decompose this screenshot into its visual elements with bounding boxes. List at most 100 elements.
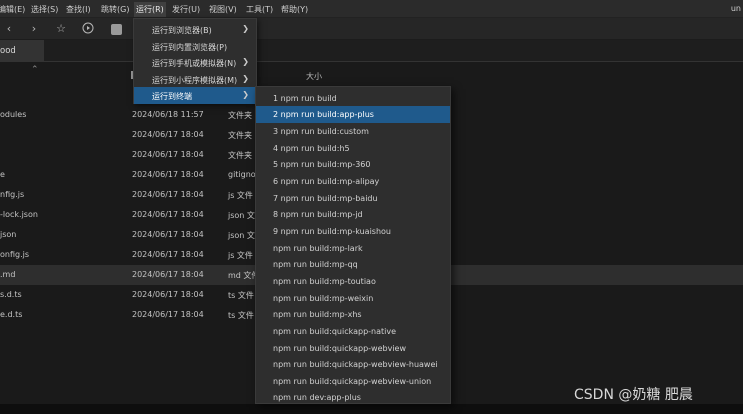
submenu-item[interactable]: npm run build:mp-lark [256,240,450,257]
submenu-item[interactable]: 8 npm run build:mp-jd [256,206,450,223]
chevron-right-icon: ❯ [242,24,249,33]
submenu-item-label: npm run build:mp-xhs [273,310,362,319]
menu-item-run-builtin-browser[interactable]: 运行到内置浏览器(P) [134,38,256,55]
submenu-item[interactable]: 6 npm run build:mp-alipay [256,173,450,190]
file-type: 文件夹 [228,111,252,120]
file-date: 2024/06/17 18:04 [132,290,204,299]
toolbar: ‹ › ☆ [0,18,743,40]
file-name: onfig.js [0,250,30,259]
submenu-item[interactable]: 1 npm run build [256,90,450,107]
tab-bar: ood [0,40,743,62]
submenu-item-label: 3 npm run build:custom [273,127,369,136]
submenu-item-label: npm run build:quickapp-native [273,327,397,336]
menu-help[interactable]: 帮助(Y) [281,4,308,15]
file-name: s.d.ts [0,290,22,299]
menu-item-run-terminal[interactable]: 运行到终端 ❯ [134,87,256,104]
submenu-item[interactable]: 3 npm run build:custom [256,123,450,140]
file-date: 2024/06/17 18:04 [132,230,204,239]
file-type: 文件夹 [228,151,252,160]
window-title: un [730,4,741,13]
submenu-item-label: npm run build:quickapp-webview-huawei [273,360,438,369]
file-name: e.d.ts [0,310,23,319]
submenu-item[interactable]: npm run build:mp-qq [256,256,450,273]
menu-run[interactable]: 运行(R) [134,2,166,17]
menu-item-label: 运行到小程序模拟器(M) [152,76,238,85]
submenu-item[interactable]: npm run build:mp-xhs [256,306,450,323]
watermark: CSDN @奶糖 肥晨 [574,387,693,403]
file-type: json 文 [228,211,255,220]
submenu-item-label: npm run build:mp-weixin [273,294,374,303]
submenu-item[interactable]: 9 npm run build:mp-kuaishou [256,223,450,240]
menu-item-run-browser[interactable]: 运行到浏览器(B) ❯ [134,21,256,38]
submenu-item[interactable]: npm run build:quickapp-webview-union [256,373,450,390]
submenu-item[interactable]: npm run build:quickapp-webview-huawei [256,356,450,373]
submenu-item-label: 2 npm run build:app-plus [273,110,374,119]
submenu-item[interactable]: 7 npm run build:mp-baidu [256,190,450,207]
menu-select[interactable]: 选择(S) [31,4,58,15]
file-date: 2024/06/17 18:04 [132,270,204,279]
file-type: ts 文件 [228,291,254,300]
submenu-item-label: npm run build:quickapp-webview-union [273,377,432,386]
column-header-size[interactable]: 大小 [306,71,322,82]
file-type: js 文件 [228,251,253,260]
tab-project[interactable]: ood [0,40,44,62]
submenu-item[interactable]: npm run build:quickapp-webview [256,340,450,357]
submenu-item[interactable]: npm run dev:app-plus [256,389,450,406]
submenu-item-label: 5 npm run build:mp-360 [273,160,371,169]
file-date: 2024/06/17 18:04 [132,130,204,139]
submenu-item[interactable]: npm run build:mp-weixin [256,290,450,307]
submenu-item[interactable]: npm run build:quickapp-native [256,323,450,340]
menu-view[interactable]: 视图(V) [209,4,237,15]
file-name: nfig.js [0,190,25,199]
file-date: 2024/06/17 18:04 [132,150,204,159]
chevron-right-icon: ❯ [242,90,249,99]
app-icon[interactable] [111,24,122,35]
file-name: e [0,170,5,179]
submenu-item[interactable]: 2 npm run build:app-plus [256,106,450,123]
file-type: 文件夹 [228,131,252,140]
chevron-left-icon[interactable]: ‹ [2,22,16,36]
menu-edit[interactable]: 编辑(E) [0,4,25,15]
submenu-item[interactable]: 5 npm run build:mp-360 [256,156,450,173]
submenu-item-label: 6 npm run build:mp-alipay [273,177,380,186]
menu-item-label: 运行到手机或模拟器(N) [152,59,237,68]
submenu-item-label: 7 npm run build:mp-baidu [273,194,378,203]
submenu-item-label: 8 npm run build:mp-jd [273,210,363,219]
file-date: 2024/06/17 18:04 [132,250,204,259]
submenu-item-label: npm run dev:app-plus [273,393,361,402]
submenu-item[interactable]: npm run build:mp-toutiao [256,273,450,290]
terminal-submenu: 1 npm run build 2 npm run build:app-plus… [255,86,451,404]
file-name: odules [0,110,27,119]
menu-item-run-miniprogram[interactable]: 运行到小程序模拟器(M) ❯ [134,71,256,88]
file-name: json [0,230,17,239]
menu-find[interactable]: 查找(I) [66,4,91,15]
file-type: ts 文件 [228,311,254,320]
chevron-right-icon[interactable]: › [27,22,41,36]
file-date: 2024/06/17 18:04 [132,210,204,219]
menu-item-label: 运行到浏览器(B) [152,26,212,35]
run-dropdown-menu: 运行到浏览器(B) ❯ 运行到内置浏览器(P) 运行到手机或模拟器(N) ❯ 运… [133,18,257,104]
chevron-up-icon[interactable]: ⌃ [31,65,39,75]
chevron-right-icon: ❯ [242,57,249,66]
menu-publish[interactable]: 发行(U) [172,4,200,15]
menu-bar: 编辑(E) 选择(S) 查找(I) 跳转(G) 运行(R) 发行(U) 视图(V… [0,0,743,18]
file-date: 2024/06/18 11:57 [132,110,204,119]
file-type: js 文件 [228,191,253,200]
run-circle-icon [82,22,94,34]
submenu-item-label: 4 npm run build:h5 [273,144,350,153]
submenu-item-label: npm run build:mp-toutiao [273,277,376,286]
submenu-item-label: npm run build:mp-qq [273,260,358,269]
run-icon[interactable] [81,22,95,36]
menu-tools[interactable]: 工具(T) [246,4,273,15]
submenu-item[interactable]: 4 npm run build:h5 [256,140,450,157]
menu-item-label: 运行到内置浏览器(P) [152,43,228,52]
menu-item-run-phone[interactable]: 运行到手机或模拟器(N) ❯ [134,54,256,71]
file-name: -lock.json [0,210,38,219]
submenu-item-label: npm run build:mp-lark [273,244,363,253]
submenu-item-label: 1 npm run build [273,94,337,103]
menu-goto[interactable]: 跳转(G) [101,4,129,15]
file-type: json 文 [228,231,255,240]
star-icon[interactable]: ☆ [54,22,68,36]
file-date: 2024/06/17 18:04 [132,310,204,319]
file-date: 2024/06/17 18:04 [132,170,204,179]
